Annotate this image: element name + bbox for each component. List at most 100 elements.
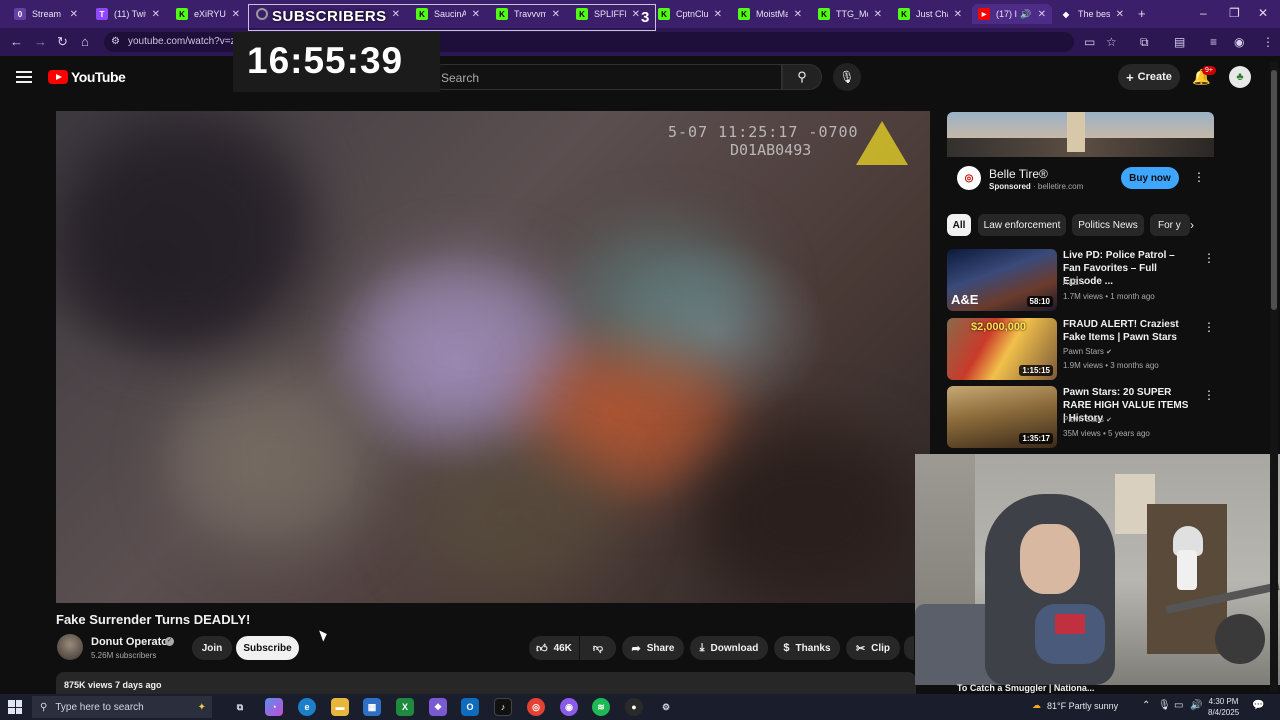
channel-name[interactable]: A&E ✔ xyxy=(1063,278,1087,287)
tray-overflow-icon[interactable]: ⌃ xyxy=(1142,700,1150,711)
profile-icon[interactable]: ◉ xyxy=(1234,35,1244,49)
chip-politics-news[interactable]: Politics News xyxy=(1072,214,1144,236)
more-options-icon[interactable]: ⋮ xyxy=(1203,251,1215,265)
reload-icon[interactable]: ↻ xyxy=(57,34,68,50)
browser-tab[interactable]: T (11) Twitc ✕ xyxy=(90,4,166,24)
volume-icon[interactable]: 🔊 xyxy=(1190,700,1202,711)
dislike-button[interactable]: 👎︎ xyxy=(580,636,616,660)
ad-banner-image[interactable] xyxy=(947,112,1214,157)
app-icon[interactable]: ❖ xyxy=(429,698,447,716)
chip-law-enforcement[interactable]: Law enforcement xyxy=(978,214,1066,236)
outlook-icon[interactable]: O xyxy=(461,698,479,716)
video-thumbnail[interactable]: 1:35:17 xyxy=(947,386,1057,448)
video-thumbnail[interactable]: A&E 58:10 xyxy=(947,249,1057,311)
channel-avatar[interactable] xyxy=(57,634,83,660)
browser-tab-active[interactable]: ▶ (17) I 🔊 ✕ xyxy=(972,4,1052,24)
chip-for-you[interactable]: For y xyxy=(1150,214,1190,236)
channel-name[interactable]: Donut Operator xyxy=(91,636,172,648)
search-button[interactable]: ⚲ xyxy=(782,64,822,90)
tab-close-icon[interactable]: ✕ xyxy=(954,9,962,20)
browser-tab[interactable]: K TTG_McL ✕ xyxy=(812,4,888,24)
extensions-icon[interactable]: ⧉ xyxy=(1140,35,1149,50)
chrome-icon[interactable]: ◎ xyxy=(527,698,545,716)
file-explorer-icon[interactable]: ▬ xyxy=(331,698,349,716)
chip-all[interactable]: All xyxy=(947,214,971,236)
video-thumbnail[interactable]: $2,000,000 1:15:15 xyxy=(947,318,1057,380)
youtube-logo[interactable]: YouTube xyxy=(48,69,126,85)
tab-close-icon[interactable]: ✕ xyxy=(232,9,240,20)
like-button[interactable]: 👍︎ 46K xyxy=(529,636,579,660)
account-avatar[interactable]: ♣ xyxy=(1229,66,1251,88)
tiktok-icon[interactable]: ♪ xyxy=(494,698,512,716)
tab-close-icon[interactable]: ✕ xyxy=(714,9,722,20)
tab-close-icon[interactable]: ✕ xyxy=(152,9,160,20)
voice-search-button[interactable]: 🎙 xyxy=(833,63,861,91)
minimize-icon[interactable]: – xyxy=(1200,6,1207,20)
home-icon[interactable]: ⌂ xyxy=(81,34,89,49)
maximize-icon[interactable]: ❐ xyxy=(1229,6,1240,20)
edge-browser-icon[interactable]: e xyxy=(298,698,316,716)
reading-list-icon[interactable]: ≡ xyxy=(1210,35,1217,49)
browser-tab[interactable]: 0 Stream - ✕ xyxy=(8,4,84,24)
search-input[interactable] xyxy=(430,64,782,90)
microsoft-store-icon[interactable]: ▦ xyxy=(363,698,381,716)
new-tab-button[interactable]: + xyxy=(1138,6,1146,21)
forward-icon[interactable]: → xyxy=(34,34,47,49)
buy-now-button[interactable]: Buy now xyxy=(1121,167,1179,189)
video-player[interactable]: 5-07 11:25:17 -0700 D01AB0493 xyxy=(56,111,930,603)
download-button[interactable]: ⤓ Download xyxy=(690,636,768,660)
channel-name[interactable]: Pawn Stars ✔ xyxy=(1063,347,1112,356)
browser-tab[interactable]: K Just Chat ✕ xyxy=(892,4,968,24)
recommended-video[interactable]: A&E 58:10 Live PD: Police Patrol – Fan F… xyxy=(947,249,1222,313)
task-view-icon[interactable]: ⧉ xyxy=(231,698,249,716)
tab-close-icon[interactable]: ✕ xyxy=(794,9,802,20)
browser-tab[interactable]: ◆ The best ✕ xyxy=(1054,4,1130,24)
more-actions-button[interactable] xyxy=(904,636,914,660)
tab-close-icon[interactable]: ✕ xyxy=(70,9,78,20)
subscribe-button[interactable]: Subscribe xyxy=(236,636,299,660)
site-info-icon[interactable]: ⚙ xyxy=(111,36,120,47)
video-title[interactable]: FRAUD ALERT! Craziest Fake Items | Pawn … xyxy=(1063,318,1193,344)
more-options-icon[interactable]: ⋮ xyxy=(1203,388,1215,402)
share-button[interactable]: ➦ Share xyxy=(622,636,684,660)
back-icon[interactable]: ← xyxy=(10,34,23,49)
weather-widget[interactable]: ☁ 81°F Partly sunny xyxy=(1032,700,1118,711)
xbox-icon[interactable]: X xyxy=(396,698,414,716)
taskbar-clock[interactable]: 4:30 PM 8/4/2025 xyxy=(1208,696,1239,718)
thanks-button[interactable]: $ Thanks xyxy=(774,636,840,660)
network-icon[interactable]: ▭ xyxy=(1174,700,1183,711)
partial-recommended-title[interactable]: To Catch a Smuggler | Nationa... xyxy=(957,683,1197,693)
menu-icon[interactable] xyxy=(16,71,32,83)
tab-close-icon[interactable]: ✕ xyxy=(1038,9,1046,20)
channel-name[interactable]: Pawn Stars ✔ xyxy=(1063,415,1112,424)
spotify-icon[interactable]: ≋ xyxy=(592,698,610,716)
ad-more-options-icon[interactable]: ⋮ xyxy=(1193,170,1205,184)
description-box[interactable] xyxy=(56,672,916,694)
window-close-icon[interactable]: ✕ xyxy=(1258,6,1268,20)
create-button[interactable]: + Create xyxy=(1118,64,1180,90)
more-options-icon[interactable]: ⋮ xyxy=(1203,320,1215,334)
obs-icon[interactable]: ● xyxy=(625,698,643,716)
recommended-video[interactable]: $2,000,000 1:15:15 FRAUD ALERT! Craziest… xyxy=(947,318,1222,382)
sidebar-icon[interactable]: ▤ xyxy=(1174,35,1185,49)
scrollbar-thumb[interactable] xyxy=(1271,70,1277,310)
join-button[interactable]: Join xyxy=(192,636,232,660)
browser-tab[interactable]: K MoistMa ✕ xyxy=(732,4,808,24)
settings-gear-icon[interactable]: ⚙ xyxy=(657,698,675,716)
clip-button[interactable]: ✂ Clip xyxy=(846,636,900,660)
browser-tab[interactable]: K CptnClut ✕ xyxy=(652,4,728,24)
speaker-icon[interactable]: 🔊 xyxy=(1020,9,1031,20)
copilot-icon[interactable]: ◔ xyxy=(265,698,283,716)
chevron-right-icon[interactable]: › xyxy=(1190,218,1194,232)
notification-center-icon[interactable]: 💬 xyxy=(1252,700,1264,711)
browser-menu-icon[interactable]: ⋮ xyxy=(1262,35,1274,49)
browser-tab[interactable]: K eXiRYU S ✕ xyxy=(170,4,246,24)
microphone-tray-icon[interactable]: 🎙 xyxy=(1158,700,1171,711)
recommended-video[interactable]: 1:35:17 Pawn Stars: 20 SUPER RARE HIGH V… xyxy=(947,386,1222,450)
bookmark-star-icon[interactable]: ☆ xyxy=(1106,35,1117,49)
windows-start-icon[interactable] xyxy=(8,700,22,714)
taskbar-search-input[interactable]: ⚲ Type here to search ✦ xyxy=(32,696,212,718)
cast-icon[interactable]: ▭ xyxy=(1084,35,1095,49)
tab-close-icon[interactable]: ✕ xyxy=(874,9,882,20)
app-icon[interactable]: ◉ xyxy=(560,698,578,716)
